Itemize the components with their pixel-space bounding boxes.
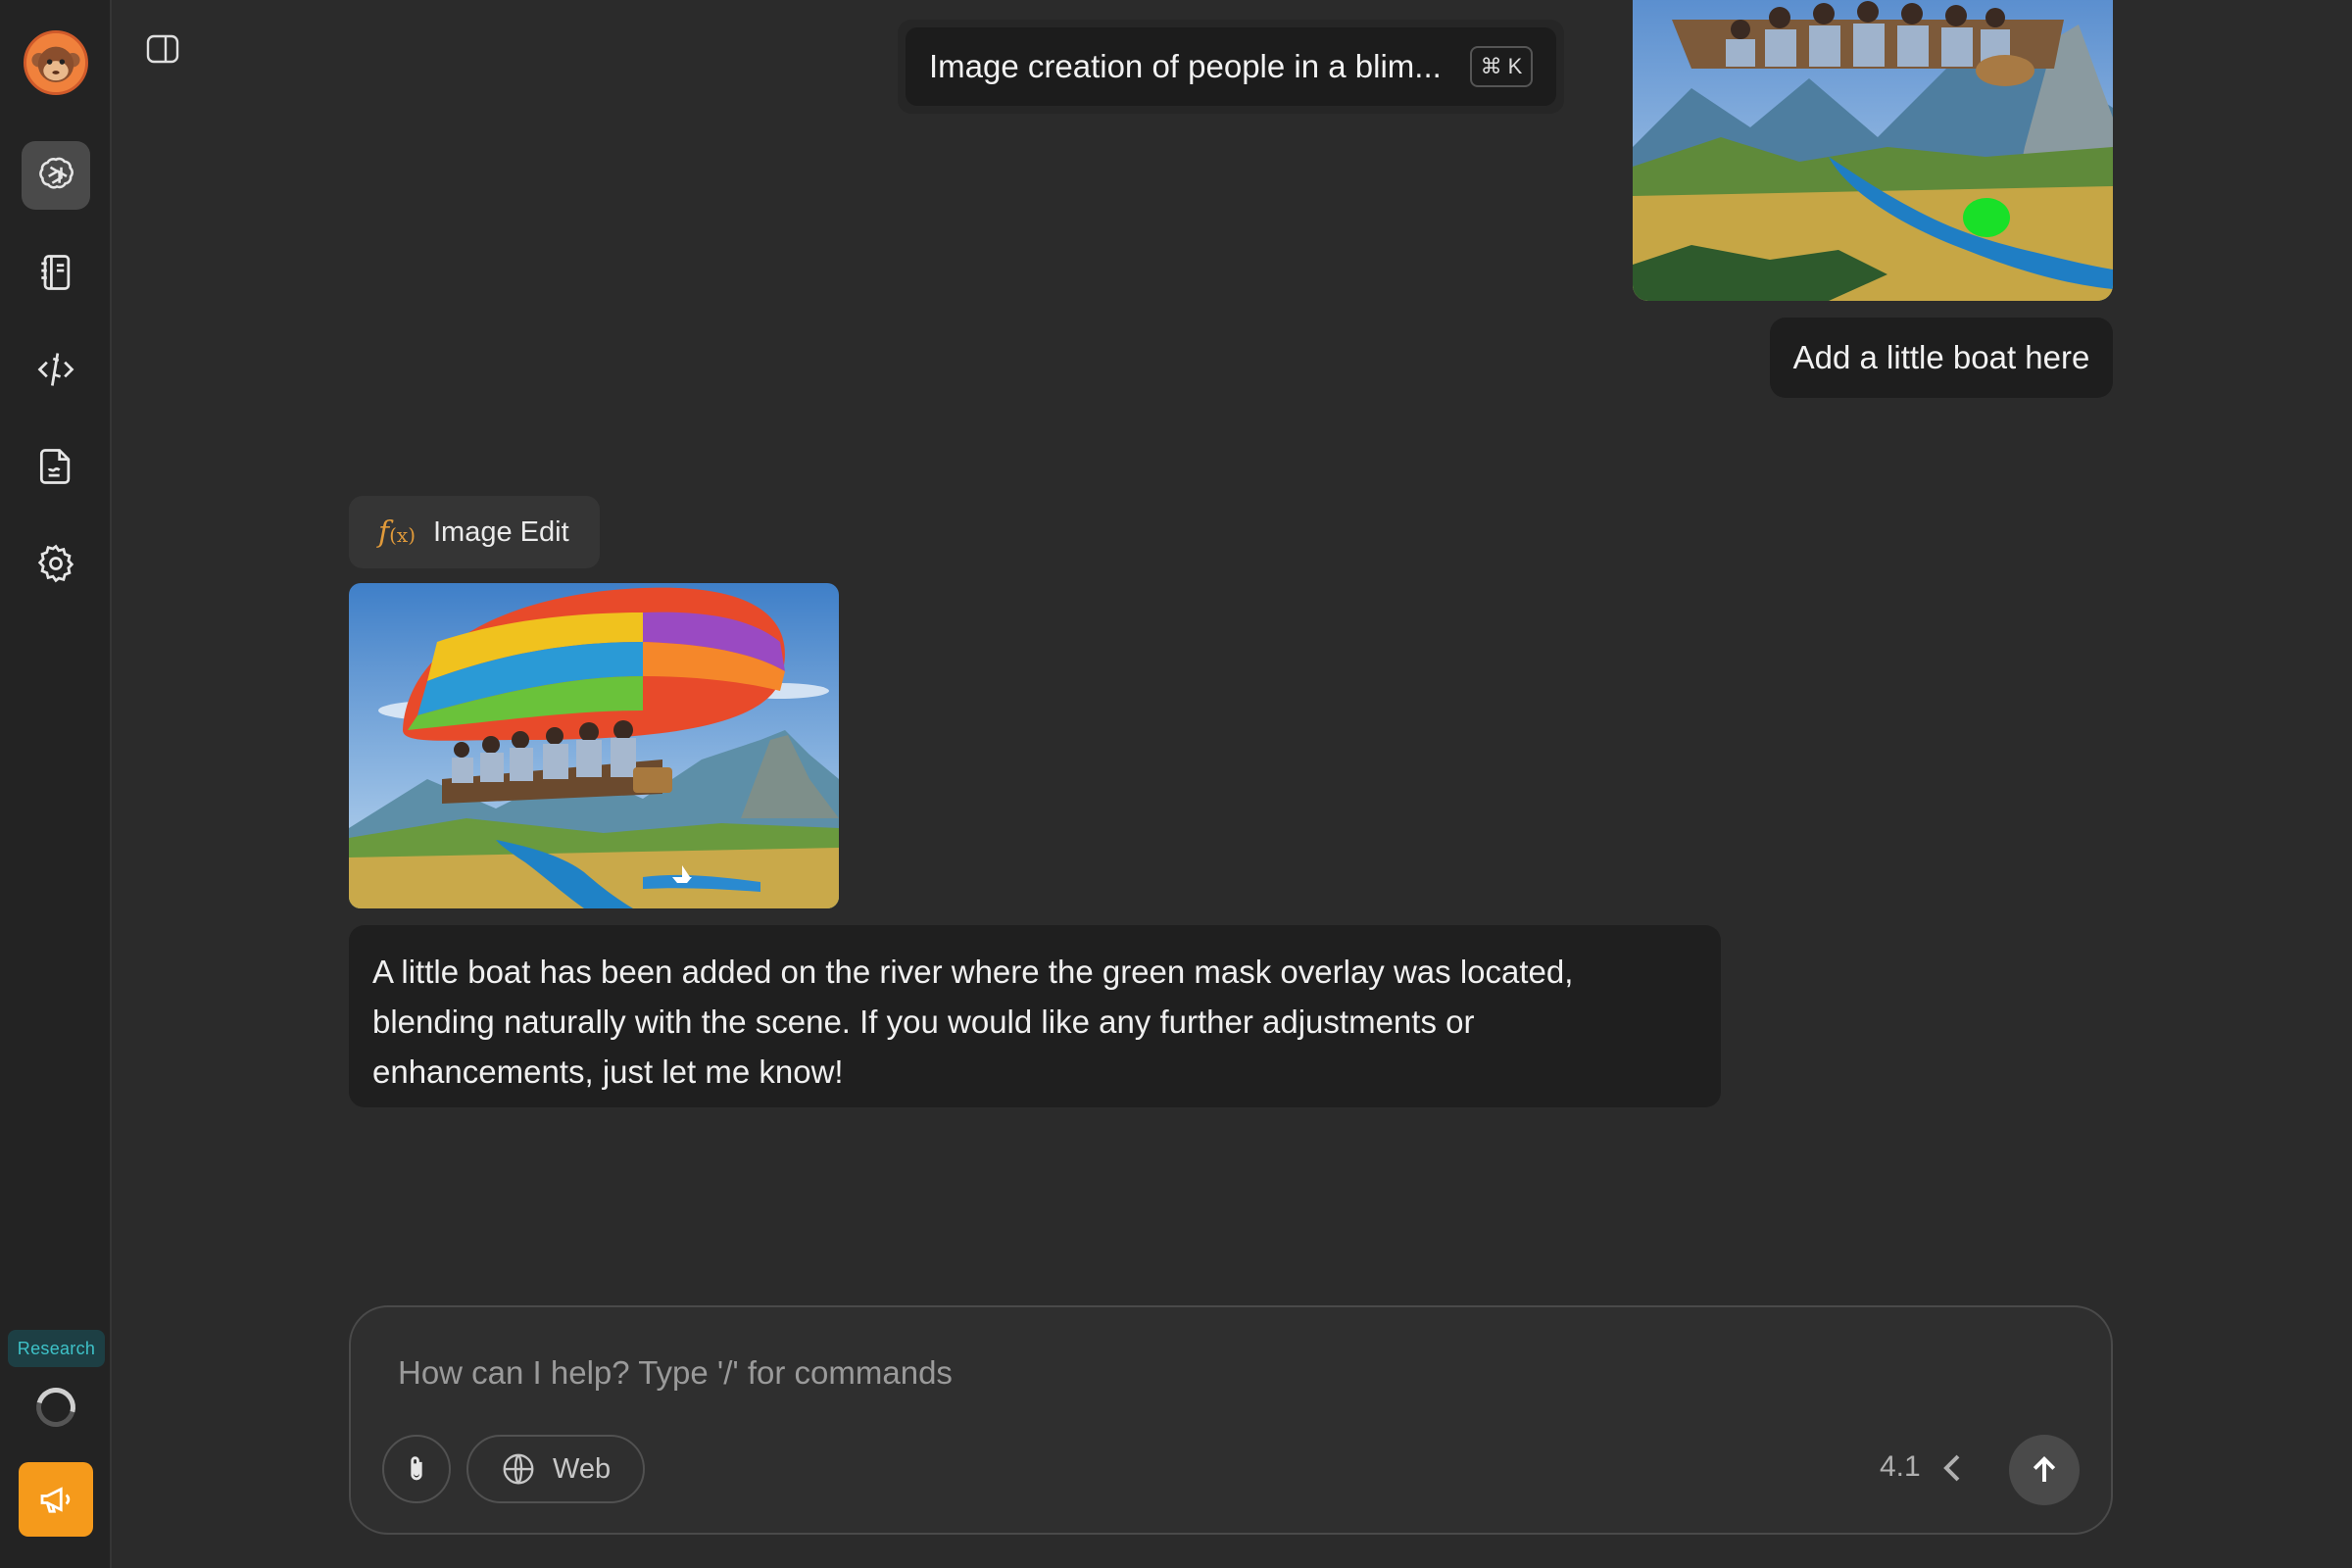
avatar[interactable] (24, 30, 88, 95)
conversation-title-container: Image creation of people in a blim... ⌘ … (898, 20, 1564, 114)
user-image-attachment[interactable] (1633, 0, 2113, 301)
shortcut-key: K (1507, 54, 1523, 78)
function-icon: f(x) (378, 514, 416, 550)
generated-image[interactable] (349, 583, 839, 908)
blimp-landscape-with-boat-image (349, 583, 839, 908)
document-icon (39, 449, 71, 484)
sidebar-item-settings[interactable] (22, 529, 90, 598)
conversation-title-button[interactable]: Image creation of people in a blim... ⌘ … (906, 27, 1556, 106)
chevron-left-icon (1943, 1454, 1960, 1482)
blimp-landscape-with-green-mask-image (1633, 0, 2113, 301)
model-selector-button[interactable] (1938, 1450, 1966, 1486)
web-label: Web (553, 1452, 612, 1485)
paperclip-icon (411, 1456, 422, 1481)
tool-call-label: Image Edit (433, 515, 569, 548)
announcements-button[interactable] (19, 1462, 93, 1537)
user-message: Add a little boat here (1770, 318, 2113, 398)
panel-toggle-button[interactable] (145, 33, 180, 65)
globe-icon (503, 1453, 534, 1485)
sidebar-toggle-icon (146, 34, 179, 64)
tool-call-chip[interactable]: f(x) Image Edit (349, 496, 600, 568)
arrow-up-icon (2033, 1455, 2056, 1482)
assistant-message: A little boat has been added on the rive… (349, 925, 1721, 1107)
composer: Web 4.1 (349, 1305, 2113, 1535)
model-version[interactable]: 4.1 (1880, 1450, 1921, 1484)
loading-spinner-icon (28, 1380, 83, 1435)
sidebar-item-chat[interactable] (22, 141, 90, 210)
code-pen-icon (37, 353, 74, 386)
sidebar-item-documents[interactable] (22, 432, 90, 501)
attach-button[interactable] (382, 1435, 451, 1503)
conversation-title: Image creation of people in a blim... (929, 48, 1442, 84)
web-search-toggle[interactable]: Web (466, 1435, 645, 1503)
megaphone-icon (40, 1487, 71, 1513)
notebook-icon (41, 255, 71, 290)
sidebar: Research (0, 0, 112, 1568)
send-button[interactable] (2009, 1435, 2080, 1505)
shortcut-hint: ⌘ K (1470, 46, 1533, 87)
research-badge[interactable]: Research (8, 1330, 105, 1367)
sidebar-item-code[interactable] (22, 335, 90, 404)
gear-icon (37, 544, 74, 583)
openai-logo-icon (39, 157, 74, 189)
sidebar-item-notebook[interactable] (22, 238, 90, 307)
command-key-icon: ⌘ (1480, 54, 1502, 78)
monkey-avatar-icon (26, 33, 85, 92)
message-input[interactable] (398, 1348, 1966, 1397)
